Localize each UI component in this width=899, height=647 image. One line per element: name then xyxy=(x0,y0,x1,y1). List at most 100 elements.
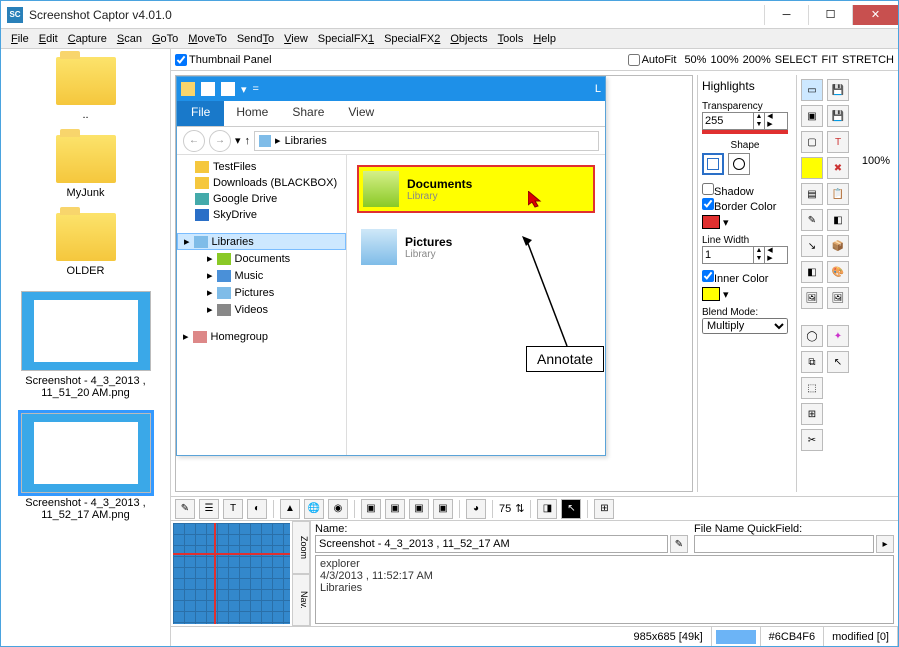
tool-shapes-icon[interactable]: ◧ xyxy=(801,261,823,283)
menu-tools[interactable]: Tools xyxy=(494,31,528,47)
tree-homegroup[interactable]: ▸Homegroup xyxy=(177,328,346,345)
quickfield-input[interactable] xyxy=(694,535,874,553)
btool-spinner[interactable]: ⇅ xyxy=(515,502,524,515)
shadow-check[interactable]: Shadow xyxy=(702,183,788,198)
thumb-parent[interactable]: .. xyxy=(56,57,116,121)
btool-icon[interactable]: ⊞ xyxy=(594,499,614,519)
tree-documents[interactable]: ▸Documents xyxy=(177,250,346,267)
zoom-select[interactable]: SELECT xyxy=(775,54,818,66)
tool-image-icon[interactable]: 🖼 xyxy=(801,287,823,309)
zoom-stretch[interactable]: STRETCH xyxy=(842,54,894,66)
tree-testfiles[interactable]: TestFiles xyxy=(177,159,346,175)
tool-arrow-icon[interactable]: ↘ xyxy=(801,235,823,257)
blend-mode-select[interactable]: Multiply xyxy=(702,318,788,334)
lib-documents[interactable]: DocumentsLibrary xyxy=(357,165,595,213)
breadcrumb[interactable]: ▸ Libraries xyxy=(254,131,599,151)
thumbnail-panel-check[interactable]: Thumbnail Panel xyxy=(175,54,272,66)
tool-frame-icon[interactable]: ▣ xyxy=(801,105,823,127)
btool-cursor-icon[interactable]: ↖ xyxy=(561,499,581,519)
menu-file[interactable]: File xyxy=(7,31,33,47)
zoom-50[interactable]: 50% xyxy=(684,54,706,66)
qat-icon[interactable] xyxy=(201,82,215,96)
minimize-button[interactable]: ─ xyxy=(764,5,808,25)
tool-save-icon[interactable]: 💾 xyxy=(827,79,849,101)
menu-help[interactable]: Help xyxy=(529,31,560,47)
tool-palette-icon[interactable]: 🎨 xyxy=(827,261,849,283)
tree-music[interactable]: ▸Music xyxy=(177,267,346,284)
tool-select-icon[interactable]: ⬚ xyxy=(801,377,823,399)
menu-sendto[interactable]: SendTo xyxy=(233,31,278,47)
tool-text2-icon[interactable]: T xyxy=(827,131,849,153)
btool-icon[interactable]: T xyxy=(223,499,243,519)
tool-pencil-icon[interactable]: ✎ xyxy=(801,209,823,231)
qat-icon[interactable] xyxy=(221,82,235,96)
nav-up-button[interactable]: ↑ xyxy=(245,135,251,147)
btool-icon[interactable]: ☰ xyxy=(199,499,219,519)
zoom-tab[interactable]: Zoom xyxy=(292,521,310,574)
border-check[interactable]: Border Color xyxy=(702,198,788,213)
tool-eraser-icon[interactable]: ◧ xyxy=(827,209,849,231)
nav-history-button[interactable]: ▾ xyxy=(235,134,241,147)
zoom-200[interactable]: 200% xyxy=(743,54,771,66)
tree-pictures[interactable]: ▸Pictures xyxy=(177,284,346,301)
lib-pictures[interactable]: PicturesLibrary xyxy=(357,225,595,269)
btool-color-icon[interactable]: ◕ xyxy=(466,499,486,519)
btool-icon[interactable]: ◨ xyxy=(537,499,557,519)
nav-back-button[interactable]: ← xyxy=(183,130,205,152)
thumb-screenshot-1[interactable]: Screenshot - 4_3_2013 , 11_51_20 AM.png xyxy=(11,291,161,399)
quick-action-icon[interactable]: ▸ xyxy=(876,535,894,553)
nav-tab[interactable]: Nav. xyxy=(292,574,310,627)
ribbon-file[interactable]: File xyxy=(177,101,224,126)
ribbon-home[interactable]: Home xyxy=(224,101,280,126)
thumb-screenshot-2[interactable]: Screenshot - 4_3_2013 , 11_52_17 AM.png xyxy=(11,413,161,521)
transparency-input[interactable]: ▲▼◀▶ xyxy=(702,112,788,130)
tree-libraries[interactable]: ▸Libraries xyxy=(177,233,346,250)
btool-icon[interactable]: ▲ xyxy=(280,499,300,519)
tool-delete-icon[interactable]: ✖ xyxy=(827,157,849,179)
autofit-check[interactable]: AutoFit xyxy=(628,54,677,66)
btool-icon[interactable]: ◉ xyxy=(328,499,348,519)
name-action-icon[interactable]: ✎ xyxy=(670,535,688,553)
inner-color-check[interactable]: Inner Color xyxy=(702,270,788,285)
tool-fill-yellow-icon[interactable] xyxy=(801,157,823,179)
tool-wand-icon[interactable]: ✦ xyxy=(827,325,849,347)
inner-color-swatch[interactable] xyxy=(702,287,720,301)
name-input[interactable] xyxy=(315,535,668,553)
tool-dashed-icon[interactable]: ▢ xyxy=(801,131,823,153)
menu-capture[interactable]: Capture xyxy=(64,31,111,47)
tool-crop-icon[interactable]: ⊞ xyxy=(801,403,823,425)
tool-lasso-icon[interactable]: ◯ xyxy=(801,325,823,347)
zoom-fit[interactable]: FIT xyxy=(822,54,839,66)
nav-forward-button[interactable]: → xyxy=(209,130,231,152)
tool-image2-icon[interactable]: 🖼 xyxy=(827,287,849,309)
shape-circle-button[interactable] xyxy=(728,153,750,175)
tree-videos[interactable]: ▸Videos xyxy=(177,301,346,318)
tree-skydrive[interactable]: SkyDrive xyxy=(177,207,346,223)
zoom-100[interactable]: 100% xyxy=(710,54,738,66)
tool-package-icon[interactable]: 📦 xyxy=(827,235,849,257)
menu-fx2[interactable]: SpecialFX2 xyxy=(380,31,444,47)
menu-objects[interactable]: Objects xyxy=(446,31,491,47)
btool-icon[interactable]: ▣ xyxy=(385,499,405,519)
canvas[interactable]: ▾ = L File Home Share View ← → ▾ xyxy=(175,75,693,492)
btool-icon[interactable]: ▣ xyxy=(433,499,453,519)
tree-gdrive[interactable]: Google Drive xyxy=(177,191,346,207)
close-button[interactable]: ✕ xyxy=(852,5,898,25)
tool-rect-icon[interactable]: ▭ xyxy=(801,79,823,101)
btool-icon[interactable]: ✎ xyxy=(175,499,195,519)
tool-pointer-icon[interactable]: ↖ xyxy=(827,351,849,373)
tool-text-icon[interactable]: ▤ xyxy=(801,183,823,205)
btool-icon[interactable]: ▣ xyxy=(361,499,381,519)
thumb-older[interactable]: OLDER xyxy=(56,213,116,277)
menu-scan[interactable]: Scan xyxy=(113,31,146,47)
dropdown-icon[interactable]: ▾ xyxy=(723,288,729,301)
tree-downloads[interactable]: Downloads (BLACKBOX) xyxy=(177,175,346,191)
tool-crop2-icon[interactable]: ✂ xyxy=(801,429,823,451)
maximize-button[interactable]: ☐ xyxy=(808,5,852,25)
menu-moveto[interactable]: MoveTo xyxy=(184,31,231,47)
btool-icon[interactable]: 🌐 xyxy=(304,499,324,519)
menu-goto[interactable]: GoTo xyxy=(148,31,182,47)
menu-edit[interactable]: Edit xyxy=(35,31,62,47)
menu-view[interactable]: View xyxy=(280,31,312,47)
tool-saveas-icon[interactable]: 💾 xyxy=(827,105,849,127)
